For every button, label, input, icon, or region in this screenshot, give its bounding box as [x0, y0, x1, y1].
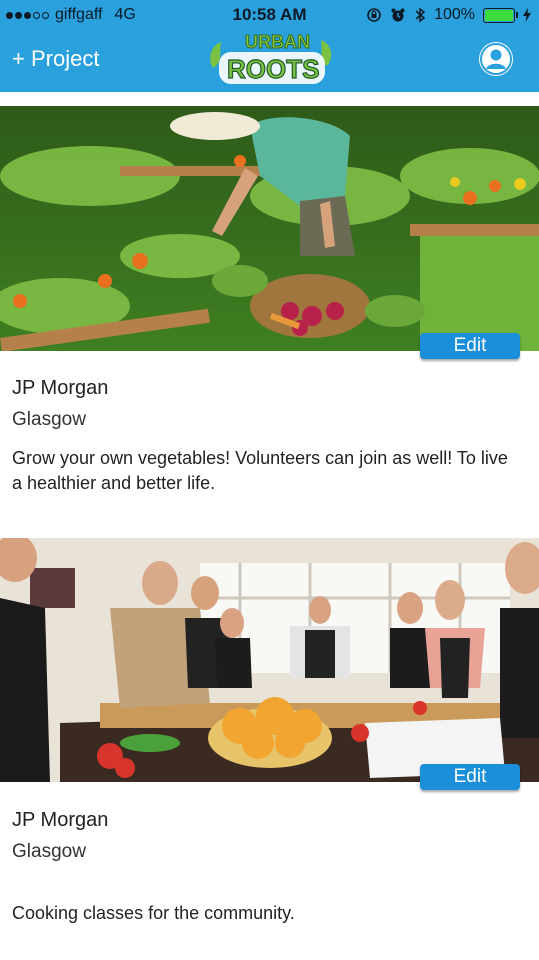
project-organisation: JP Morgan — [12, 377, 109, 399]
logo-text-urban: URBAN — [245, 32, 310, 52]
battery-percent: 100% — [434, 6, 475, 23]
rotation-lock-icon — [367, 8, 381, 22]
alarm-icon — [391, 8, 405, 22]
add-project-button[interactable]: + Project — [12, 46, 99, 72]
project-description: Grow your own vegetables! Volunteers can… — [12, 448, 508, 493]
logo-text-roots: ROOTS — [227, 54, 319, 84]
urban-roots-logo: URBAN ROOTS — [210, 32, 332, 85]
top-bar: giffgaff 4G 10:58 AM 100% + Project URBA… — [0, 0, 539, 92]
cooking-class-photo — [0, 538, 539, 782]
edit-project-button[interactable]: Edit — [420, 333, 520, 359]
project-organisation: JP Morgan — [12, 809, 109, 831]
project-location: Glasgow — [12, 841, 86, 862]
charging-icon — [523, 8, 531, 22]
project-card[interactable]: Edit JP Morgan Glasgow Cooking classes f… — [0, 538, 539, 938]
project-description: Cooking classes for the community. — [12, 903, 295, 923]
vegetable-garden-photo — [0, 106, 539, 351]
edit-project-button[interactable]: Edit — [420, 764, 520, 790]
user-profile-icon — [480, 43, 512, 75]
battery-icon — [483, 7, 518, 23]
profile-button[interactable] — [479, 42, 513, 76]
bluetooth-icon — [415, 7, 426, 23]
project-card[interactable]: Edit JP Morgan Glasgow Grow your own veg… — [0, 106, 539, 516]
project-location: Glasgow — [12, 409, 86, 430]
status-bar: giffgaff 4G 10:58 AM 100% — [0, 0, 539, 30]
status-right: 100% — [366, 6, 531, 24]
